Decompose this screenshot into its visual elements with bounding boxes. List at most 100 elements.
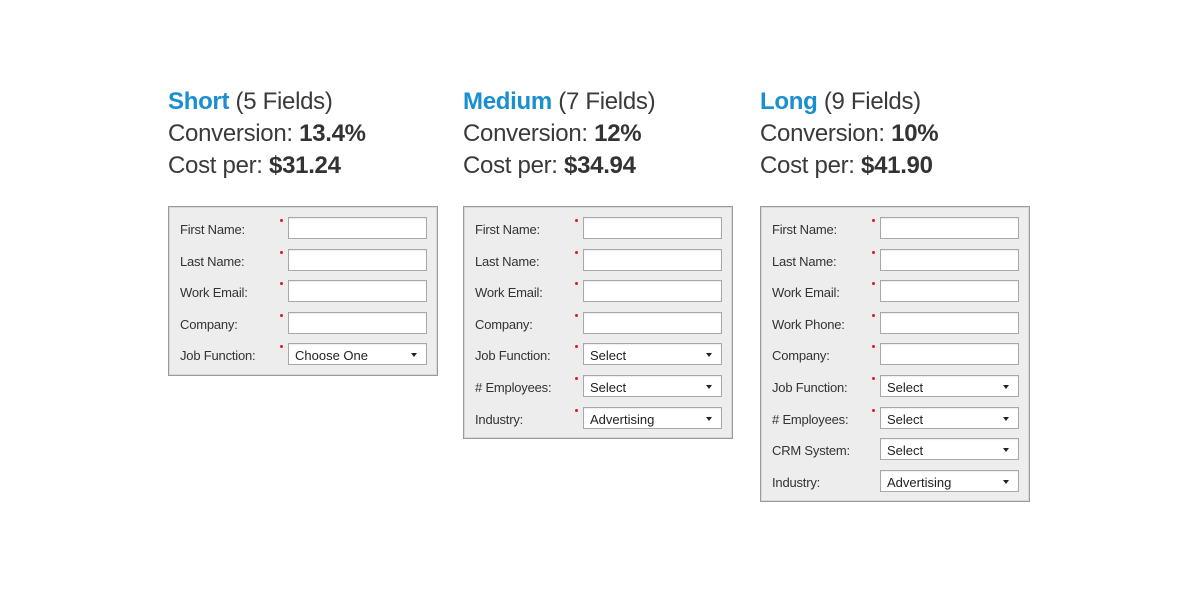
required-indicator-icon [872,250,875,254]
field-label: Work Email: [772,285,840,301]
variant-name: Short [168,88,230,115]
selected-value: Advertising [590,411,655,427]
form-row-last-name: Last Name: [761,245,1029,277]
cost-line: Cost per: $31.24 [168,150,468,182]
required-indicator-icon [575,408,578,412]
form-row-employees: # Employees: Select [761,403,1029,435]
conversion-label: Conversion: [168,120,293,147]
form-row-first-name: First Name: [169,213,437,245]
cost-line: Cost per: $34.94 [463,150,763,182]
field-label: Company: [772,348,830,364]
field-count: (5 Fields) [235,88,333,115]
form-row-first-name: First Name: [464,213,732,245]
work-email-input[interactable] [583,280,722,303]
variant-medium: Medium (7 Fields) Conversion: 12% Cost p… [463,86,763,440]
field-label: Industry: [475,411,524,427]
field-label: First Name: [772,222,837,237]
chevron-down-icon [706,416,712,421]
industry-select[interactable]: Advertising [880,469,1019,492]
chevron-down-icon [1003,384,1009,389]
last-name-input[interactable] [880,248,1019,271]
last-name-input[interactable] [288,248,427,271]
field-label: Job Function: [180,348,256,364]
conversion-line: Conversion: 10% [760,118,1060,150]
work-email-input[interactable] [288,280,427,303]
form-row-work-email: Work Email: [169,276,437,308]
form-row-job-function: Job Function: Select [761,371,1029,403]
form-row-industry: Industry: Advertising [761,466,1029,498]
required-indicator-icon [280,219,283,222]
form-row-job-function: Job Function: Select [464,339,732,371]
form-row-work-phone: Work Phone: [761,308,1029,340]
first-name-input[interactable] [880,217,1019,239]
required-indicator-icon [872,376,875,380]
form-row-first-name: First Name: [761,213,1029,245]
form-row-industry: Industry: Advertising [464,403,732,435]
required-indicator-icon [872,282,875,286]
field-label: Last Name: [772,253,837,269]
required-indicator-icon [280,282,283,286]
field-label: Work Email: [475,285,543,301]
form-medium: First Name: Last Name: Work Email: Company:… [463,206,733,440]
field-label: # Employees: [475,379,552,395]
form-row-company: Company: [169,308,437,340]
required-indicator-icon [872,345,875,349]
company-input[interactable] [583,311,722,334]
field-label: First Name: [180,222,245,237]
employees-select[interactable]: Select [880,406,1019,429]
work-email-input[interactable] [880,280,1019,303]
selected-value: Choose One [295,348,368,364]
form-row-work-email: Work Email: [761,276,1029,308]
industry-select[interactable]: Advertising [583,406,722,429]
form-row-company: Company: [464,308,732,340]
selected-value: Select [590,379,627,395]
form-long: First Name: Last Name: Work Email: Work Pho… [760,206,1030,503]
cost-value: $41.90 [861,152,933,179]
first-name-input[interactable] [583,217,722,239]
last-name-input[interactable] [583,248,722,271]
form-row-crm-system: CRM System: Select [761,434,1029,466]
job-function-select[interactable]: Select [583,343,722,366]
employees-select[interactable]: Select [583,374,722,397]
chevron-down-icon [706,384,712,389]
required-indicator-icon [872,219,875,222]
required-indicator-icon [280,250,283,254]
field-label: Company: [180,316,238,332]
required-indicator-icon [575,313,578,317]
required-indicator-icon [872,408,875,412]
cost-label: Cost per: [760,152,855,179]
field-label: Last Name: [475,253,540,269]
field-label: First Name: [475,222,540,237]
variant-short: Short (5 Fields) Conversion: 13.4% Cost … [168,86,468,376]
chevron-down-icon [706,353,712,358]
required-indicator-icon [575,376,578,380]
variant-name: Long [760,88,818,115]
conversion-value: 12% [594,120,642,147]
selected-value: Select [887,443,924,459]
variant-title: Long (9 Fields) [760,86,1060,118]
form-row-company: Company: [761,339,1029,371]
chevron-down-icon [411,353,417,358]
first-name-input[interactable] [288,217,427,239]
crm-system-select[interactable]: Select [880,438,1019,461]
form-short: First Name: Last Name: Work Email: Company:… [168,206,438,376]
variant-title: Medium (7 Fields) [463,86,763,118]
job-function-select[interactable]: Select [880,374,1019,397]
required-indicator-icon [575,345,578,349]
company-input[interactable] [288,311,427,334]
form-row-work-email: Work Email: [464,276,732,308]
job-function-select[interactable]: Choose One [288,343,427,366]
cost-label: Cost per: [463,152,558,179]
company-input[interactable] [880,343,1019,366]
form-row-employees: # Employees: Select [464,371,732,403]
form-row-last-name: Last Name: [464,245,732,277]
required-indicator-icon [280,345,283,349]
field-label: # Employees: [772,411,849,427]
conversion-line: Conversion: 12% [463,118,763,150]
field-count: (9 Fields) [823,88,921,115]
field-label: Industry: [772,474,821,490]
work-phone-input[interactable] [880,311,1019,334]
cost-line: Cost per: $41.90 [760,150,1060,182]
form-row-last-name: Last Name: [169,245,437,277]
required-indicator-icon [575,250,578,254]
